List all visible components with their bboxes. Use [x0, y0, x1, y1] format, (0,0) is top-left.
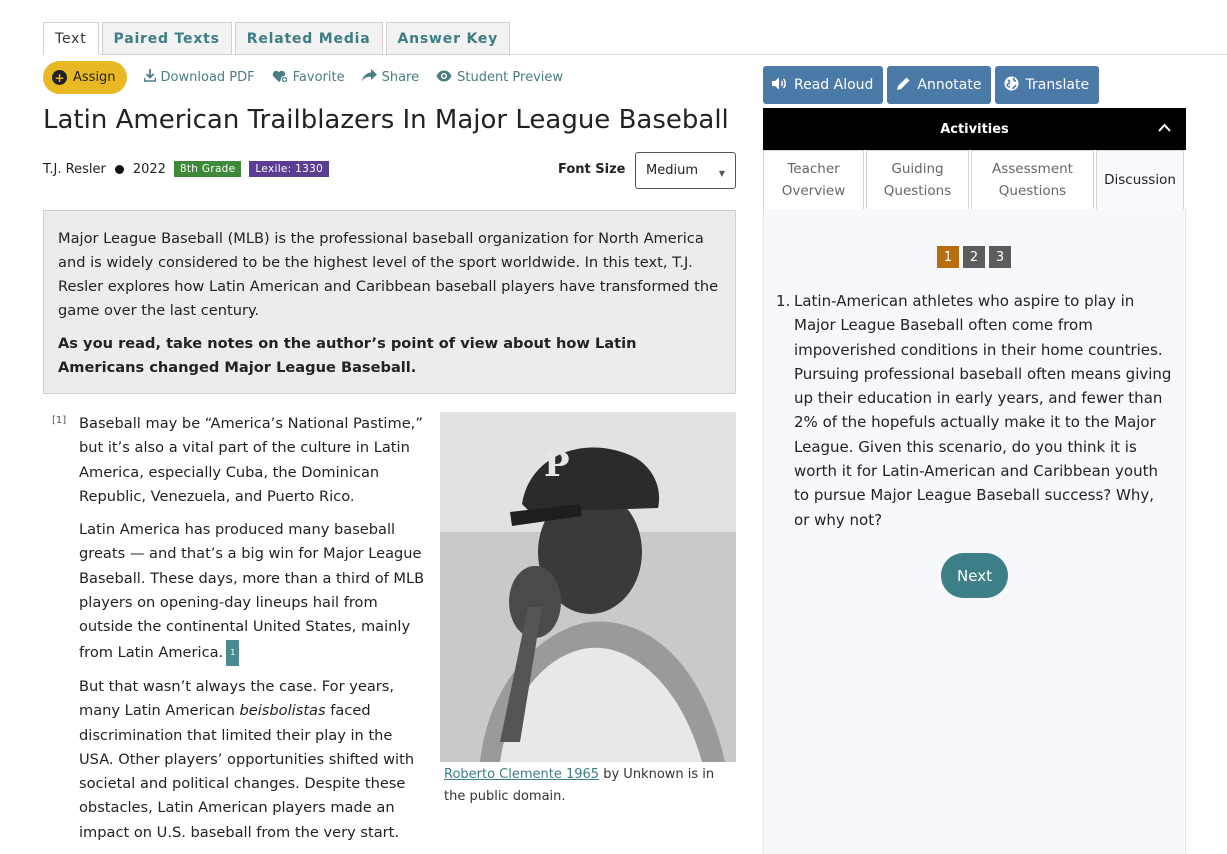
- activities-title: Activities: [940, 121, 1009, 137]
- download-pdf-link[interactable]: Download PDF: [143, 69, 255, 86]
- author-name: T.J. Resler: [43, 161, 106, 177]
- discussion-question: 1. Latin-American athletes who aspire to…: [776, 289, 1174, 532]
- share-icon: [361, 69, 377, 86]
- tab-teacher-overview[interactable]: Teacher Overview: [763, 150, 864, 210]
- publication-year: 2022: [132, 161, 166, 177]
- translate-label: Translate: [1025, 77, 1090, 93]
- read-aloud-button[interactable]: Read Aloud: [763, 66, 884, 104]
- paragraph-3: But that wasn’t always the case. For yea…: [79, 675, 431, 845]
- assign-label: Assign: [73, 70, 116, 85]
- eye-icon: [436, 70, 452, 86]
- page-2-button[interactable]: 2: [963, 246, 985, 268]
- translate-button[interactable]: Translate: [995, 66, 1100, 104]
- favorite-icon: [272, 69, 288, 87]
- intro-text: Major League Baseball (MLB) is the profe…: [58, 230, 719, 319]
- intro-box: Major League Baseball (MLB) is the profe…: [43, 210, 736, 394]
- tab-discussion[interactable]: Discussion: [1096, 150, 1184, 210]
- activities-tabs: Teacher Overview Guiding Questions Asses…: [763, 150, 1186, 210]
- read-aloud-label: Read Aloud: [794, 77, 874, 93]
- font-size-value: Medium: [646, 163, 698, 178]
- download-icon: [143, 69, 156, 86]
- paragraph-2-text: Latin America has produced many baseball…: [79, 521, 425, 661]
- pencil-icon: [896, 76, 911, 95]
- question-text: Latin-American athletes who aspire to pl…: [794, 292, 1172, 529]
- share-label: Share: [381, 70, 420, 85]
- page-title: Latin American Trailblazers In Major Lea…: [43, 105, 729, 135]
- tab-related-media[interactable]: Related Media: [234, 22, 383, 55]
- reading-tools: Read Aloud Annotate Translate: [763, 66, 1100, 104]
- globe-icon: [1004, 76, 1019, 95]
- paragraph-3-text-end: faced discrimination that limited their …: [79, 702, 415, 841]
- share-link[interactable]: Share: [361, 69, 420, 86]
- paragraph-1: Baseball may be “America’s National Past…: [79, 415, 423, 505]
- tab-guiding-questions[interactable]: Guiding Questions: [866, 150, 969, 210]
- content-tabs: Text Paired Texts Related Media Answer K…: [43, 22, 511, 55]
- page-1-button[interactable]: 1: [937, 246, 959, 268]
- question-number: 1.: [776, 292, 791, 310]
- chevron-up-icon: [1158, 120, 1171, 136]
- article-body: Baseball may be “America’s National Past…: [79, 412, 431, 854]
- footnote-marker[interactable]: 1: [226, 639, 240, 666]
- italic-term: beisbolistas: [239, 702, 326, 720]
- paragraph-number: [1]: [52, 415, 67, 426]
- student-preview-link[interactable]: Student Preview: [436, 70, 563, 86]
- separator-dot: [114, 164, 124, 174]
- article-meta: T.J. Resler 2022 8th Grade Lexile: 1330: [43, 161, 330, 177]
- page-3-button[interactable]: 3: [989, 246, 1011, 268]
- photo-caption: Roberto Clemente 1965 by Unknown is in t…: [444, 764, 739, 808]
- tab-text[interactable]: Text: [43, 22, 99, 55]
- favorite-label: Favorite: [292, 70, 345, 85]
- next-button[interactable]: Next: [941, 553, 1008, 598]
- speaker-icon: [772, 77, 788, 94]
- lexile-badge: Lexile: 1330: [249, 161, 330, 177]
- preview-label: Student Preview: [457, 70, 564, 85]
- caret-down-icon: ▼: [718, 169, 725, 178]
- svg-text:P: P: [544, 445, 570, 485]
- paragraph-2: Latin America has produced many baseball…: [79, 518, 431, 666]
- download-label: Download PDF: [160, 70, 255, 85]
- plus-circle-icon: +: [52, 70, 67, 85]
- assign-button[interactable]: + Assign: [43, 61, 127, 94]
- tab-answer-key[interactable]: Answer Key: [385, 22, 511, 55]
- reading-prompt: As you read, take notes on the author’s …: [58, 335, 637, 376]
- action-bar: + Assign Download PDF Favorite Share Stu…: [43, 61, 563, 94]
- article-photo: P: [440, 412, 736, 762]
- annotate-button[interactable]: Annotate: [887, 66, 992, 104]
- grade-badge: 8th Grade: [173, 161, 242, 177]
- font-size-label: Font Size: [558, 162, 626, 177]
- favorite-link[interactable]: Favorite: [272, 69, 345, 87]
- tab-paired-texts[interactable]: Paired Texts: [101, 22, 232, 55]
- tab-assessment-questions[interactable]: Assessment Questions: [971, 150, 1094, 210]
- question-pager: 1 2 3: [937, 246, 1011, 268]
- annotate-label: Annotate: [917, 77, 982, 93]
- photo-credit-link[interactable]: Roberto Clemente 1965: [444, 767, 599, 782]
- font-size-select[interactable]: Medium ▼: [635, 152, 736, 189]
- activities-header[interactable]: Activities: [763, 108, 1186, 150]
